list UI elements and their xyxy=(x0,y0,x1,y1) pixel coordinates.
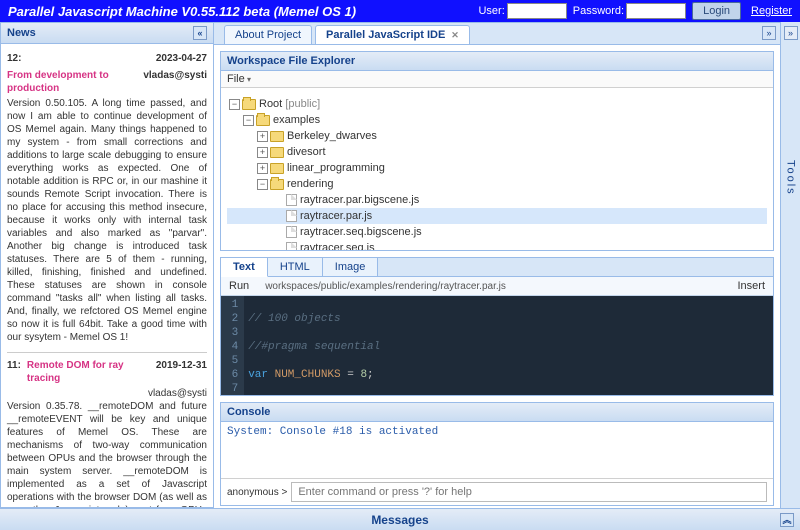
console-panel: Console System: Console #18 is activated… xyxy=(220,402,774,506)
news-panel: News « 12: 2023-04-27 From development t… xyxy=(0,22,214,508)
folder-icon xyxy=(270,179,284,190)
console-input[interactable] xyxy=(291,482,767,502)
app-title: Parallel Javascript Machine V0.55.112 be… xyxy=(8,4,356,19)
news-num: 11: xyxy=(7,359,21,385)
file-menu[interactable]: File xyxy=(221,71,773,88)
messages-label: Messages xyxy=(371,513,428,527)
tree-file-selected[interactable]: raytracer.par.js xyxy=(227,208,767,224)
news-author: vladas@systi xyxy=(143,69,207,95)
close-icon[interactable]: ✕ xyxy=(451,30,459,40)
expand-icon[interactable]: + xyxy=(257,147,268,158)
file-tree: −Root [public] −examples +Berkeley_dwarv… xyxy=(227,92,767,250)
tree-folder[interactable]: +divesort xyxy=(227,144,767,160)
file-icon xyxy=(286,210,297,222)
tree-folder-rendering[interactable]: −rendering xyxy=(227,176,767,192)
news-date: 2023-04-27 xyxy=(156,52,207,65)
folder-icon xyxy=(256,115,270,126)
folder-icon xyxy=(270,131,284,142)
file-icon xyxy=(286,226,297,238)
news-date: 2019-12-31 xyxy=(156,359,207,385)
file-path: workspaces/public/examples/rendering/ray… xyxy=(265,281,727,292)
news-item-title: Remote DOM for ray tracing xyxy=(27,359,156,385)
news-title: News xyxy=(7,27,36,39)
news-body: 12: 2023-04-27 From development to produ… xyxy=(1,44,213,507)
tree-folder[interactable]: +linear_programming xyxy=(227,160,767,176)
wfe-title: Workspace File Explorer xyxy=(227,55,355,67)
news-author: vladas@systi xyxy=(7,387,207,400)
tab-html[interactable]: HTML xyxy=(268,258,323,276)
tools-panel-collapsed[interactable]: » Tools xyxy=(780,22,800,508)
tree-folder[interactable]: +Berkeley_dwarves xyxy=(227,128,767,144)
tree-file[interactable]: raytracer.seq.bigscene.js xyxy=(227,224,767,240)
password-input[interactable] xyxy=(626,3,686,19)
console-output: System: Console #18 is activated xyxy=(221,422,773,478)
news-text: Version 0.50.105. A long time passed, an… xyxy=(7,97,207,344)
tree-folder-examples[interactable]: −examples xyxy=(227,112,767,128)
main-tabstrip: About Project Parallel JavaScript IDE✕ » xyxy=(214,23,780,45)
tab-text[interactable]: Text xyxy=(221,258,268,277)
tab-image[interactable]: Image xyxy=(323,258,379,276)
gutter: 1234567891011 xyxy=(221,296,244,395)
console-prompt: anonymous > xyxy=(227,487,287,498)
collapse-icon[interactable]: − xyxy=(243,115,254,126)
news-text: Version 0.35.78. __remoteDOM and future … xyxy=(7,400,207,507)
insert-mode: Insert xyxy=(737,280,765,292)
folder-icon xyxy=(270,147,284,158)
run-button[interactable]: Run xyxy=(229,280,249,292)
tab-ide[interactable]: Parallel JavaScript IDE✕ xyxy=(315,25,470,44)
tree-file[interactable]: raytracer.par.bigscene.js xyxy=(227,192,767,208)
messages-bar[interactable]: Messages ︽ xyxy=(0,508,800,530)
news-num: 12: xyxy=(7,52,21,65)
console-title: Console xyxy=(227,406,270,418)
collapse-right-icon[interactable]: » xyxy=(762,26,776,40)
expand-messages-icon[interactable]: ︽ xyxy=(780,513,794,527)
file-icon xyxy=(286,242,297,250)
center-area: About Project Parallel JavaScript IDE✕ »… xyxy=(214,22,780,508)
topbar: Parallel Javascript Machine V0.55.112 be… xyxy=(0,0,800,22)
collapse-icon[interactable]: − xyxy=(229,99,240,110)
collapse-icon[interactable]: − xyxy=(257,179,268,190)
workspace-file-explorer: Workspace File Explorer File −Root [publ… xyxy=(220,51,774,251)
tree-root[interactable]: −Root [public] xyxy=(227,96,767,112)
register-link[interactable]: Register xyxy=(751,5,792,17)
news-item-title: From development to production xyxy=(7,69,143,95)
code-lines[interactable]: // 100 objects //#pragma sequential var … xyxy=(244,296,635,395)
user-input[interactable] xyxy=(507,3,567,19)
tab-about[interactable]: About Project xyxy=(224,25,312,44)
code-editor[interactable]: 1234567891011 // 100 objects //#pragma s… xyxy=(221,296,773,395)
expand-icon[interactable]: + xyxy=(257,163,268,174)
file-icon xyxy=(286,194,297,206)
tools-label: Tools xyxy=(785,160,797,196)
user-label: User: xyxy=(478,5,504,17)
editor: Text HTML Image Run workspaces/public/ex… xyxy=(220,257,774,396)
editor-tabs: Text HTML Image xyxy=(221,258,773,277)
expand-icon[interactable]: + xyxy=(257,131,268,142)
folder-icon xyxy=(270,163,284,174)
tree-file[interactable]: raytracer.seq.js xyxy=(227,240,767,250)
folder-icon xyxy=(242,99,256,110)
editor-toolbar: Run workspaces/public/examples/rendering… xyxy=(221,277,773,296)
login-button[interactable]: Login xyxy=(692,2,741,20)
password-label: Password: xyxy=(573,5,624,17)
expand-tools-icon[interactable]: » xyxy=(784,26,798,40)
collapse-left-icon[interactable]: « xyxy=(193,26,207,40)
